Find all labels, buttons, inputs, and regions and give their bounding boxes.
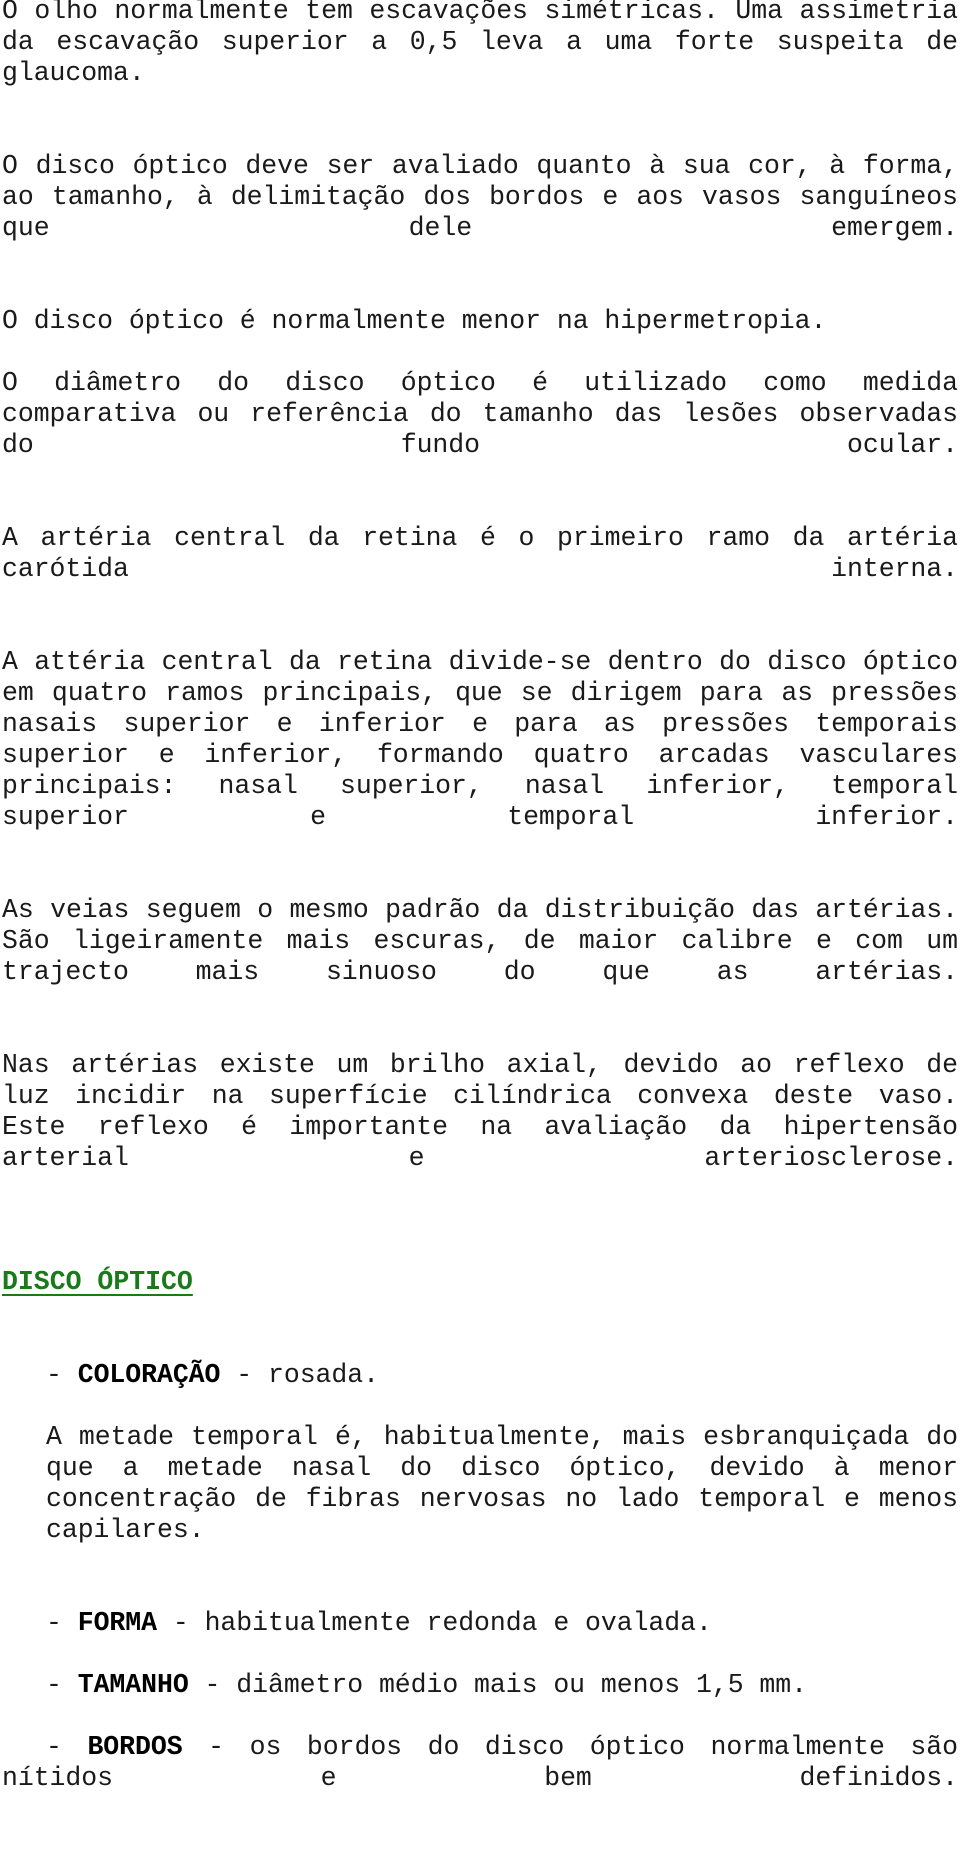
paragraph-hipermetropia: O disco óptico é normalmente menor na hi…: [2, 306, 827, 336]
paragraph-divisao-ramos: A attéria central da retina divide-se de…: [2, 647, 958, 832]
label-forma: FORMA: [77, 1608, 157, 1638]
dash-after-tamanho: -: [204, 1670, 221, 1700]
dash-after-bordos: -: [208, 1732, 225, 1762]
paragraph-veias: As veias seguem o mesmo padrão da distri…: [2, 895, 958, 987]
document-text-body: O olho normalmente tem escavações simétr…: [2, 0, 958, 1856]
document-page: O olho normalmente tem escavações simétr…: [0, 0, 960, 1793]
dash-before-bordos: -: [46, 1732, 62, 1762]
dash-after-coloracao: -: [236, 1360, 253, 1390]
list-item-bordos: - BORDOS - os bordos do disco óptico nor…: [2, 1732, 958, 1825]
paragraph-diametro: O diâmetro do disco óptico é utilizado c…: [2, 368, 958, 460]
list-item-forma: - FORMA - habitualmente redonda e ovalad…: [2, 1608, 958, 1639]
paragraph-coloracao-note: A metade temporal é, habitualmente, mais…: [46, 1422, 958, 1545]
list-item-coloracao: - COLORAÇÃO - rosada.: [2, 1360, 958, 1391]
value-coloracao: rosada.: [267, 1360, 379, 1390]
dash-before-forma: -: [46, 1608, 62, 1638]
list-item-tamanho: - TAMANHO - diâmetro médio mais ou menos…: [2, 1670, 958, 1701]
value-tamanho: diâmetro médio mais ou menos 1,5 mm.: [236, 1670, 807, 1700]
dash-before-coloracao: -: [46, 1360, 62, 1390]
dash-after-forma: -: [172, 1608, 189, 1638]
paragraph-arteria-central: A artéria central da retina é o primeiro…: [2, 523, 958, 584]
label-bordos: BORDOS: [87, 1732, 183, 1762]
paragraph-avaliacao-disco: O disco óptico deve ser avaliado quanto …: [2, 151, 958, 243]
label-coloracao: COLORAÇÃO: [77, 1360, 221, 1390]
paragraph-brilho-axial: Nas artérias existe um brilho axial, dev…: [2, 1050, 958, 1173]
paragraph-escavacoes: O olho normalmente tem escavações simétr…: [2, 0, 958, 88]
label-tamanho: TAMANHO: [77, 1670, 189, 1700]
dash-before-tamanho: -: [46, 1670, 62, 1700]
section-heading-disco-optico: DISCO ÓPTICO: [2, 1267, 193, 1297]
section-heading-row: DISCO ÓPTICO: [2, 1267, 958, 1329]
value-forma: habitualmente redonda e ovalada.: [204, 1608, 712, 1638]
